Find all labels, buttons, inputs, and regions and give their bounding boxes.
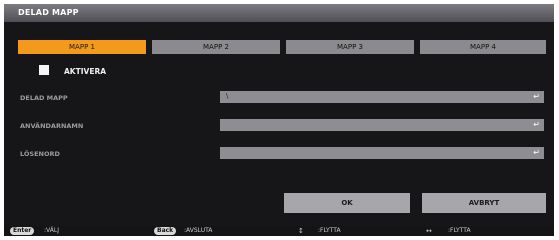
password-field[interactable]: ↵ xyxy=(220,147,544,159)
tab-mapp-1[interactable]: MAPP 1 xyxy=(18,40,146,54)
username-label: ANVÄNDARNAMN xyxy=(20,122,84,130)
left-right-arrow-icon: ↔ xyxy=(426,227,432,235)
ok-button[interactable]: OK xyxy=(284,193,410,213)
shared-folder-dialog: DELAD MAPP MAPP 1 MAPP 2 MAPP 3 MAPP 4 A… xyxy=(4,4,554,236)
leftright-hint: :FLYTTA xyxy=(448,227,471,234)
updown-hint: :FLYTTA xyxy=(318,227,341,234)
password-label: LÖSENORD xyxy=(20,150,60,158)
shared-folder-field[interactable]: \ ↵ xyxy=(220,91,544,103)
enable-checkbox[interactable] xyxy=(39,65,49,75)
enable-label: AKTIVERA xyxy=(64,67,107,76)
enter-icon: ↵ xyxy=(533,120,540,129)
enter-hint: :VÄLJ xyxy=(44,227,59,234)
enter-icon: ↵ xyxy=(533,92,540,101)
enter-icon: ↵ xyxy=(533,148,540,157)
shared-folder-value: \ xyxy=(226,92,229,100)
cancel-button[interactable]: AVBRYT xyxy=(422,193,546,213)
shared-folder-label: DELAD MAPP xyxy=(20,94,68,102)
up-down-arrow-icon: ↕ xyxy=(298,227,304,235)
footer-hints: Enter :VÄLJ Back :AVSLUTA ↕ :FLYTTA ↔ :F… xyxy=(4,226,554,236)
title-bar: DELAD MAPP xyxy=(4,4,554,22)
dialog-title: DELAD MAPP xyxy=(18,8,79,17)
tab-mapp-2[interactable]: MAPP 2 xyxy=(152,40,280,54)
back-key-badge: Back xyxy=(154,227,177,235)
username-field[interactable]: ↵ xyxy=(220,119,544,131)
enter-key-badge: Enter xyxy=(10,227,35,235)
back-hint: :AVSLUTA xyxy=(184,227,213,234)
tab-mapp-4[interactable]: MAPP 4 xyxy=(420,40,546,54)
tab-mapp-3[interactable]: MAPP 3 xyxy=(286,40,414,54)
